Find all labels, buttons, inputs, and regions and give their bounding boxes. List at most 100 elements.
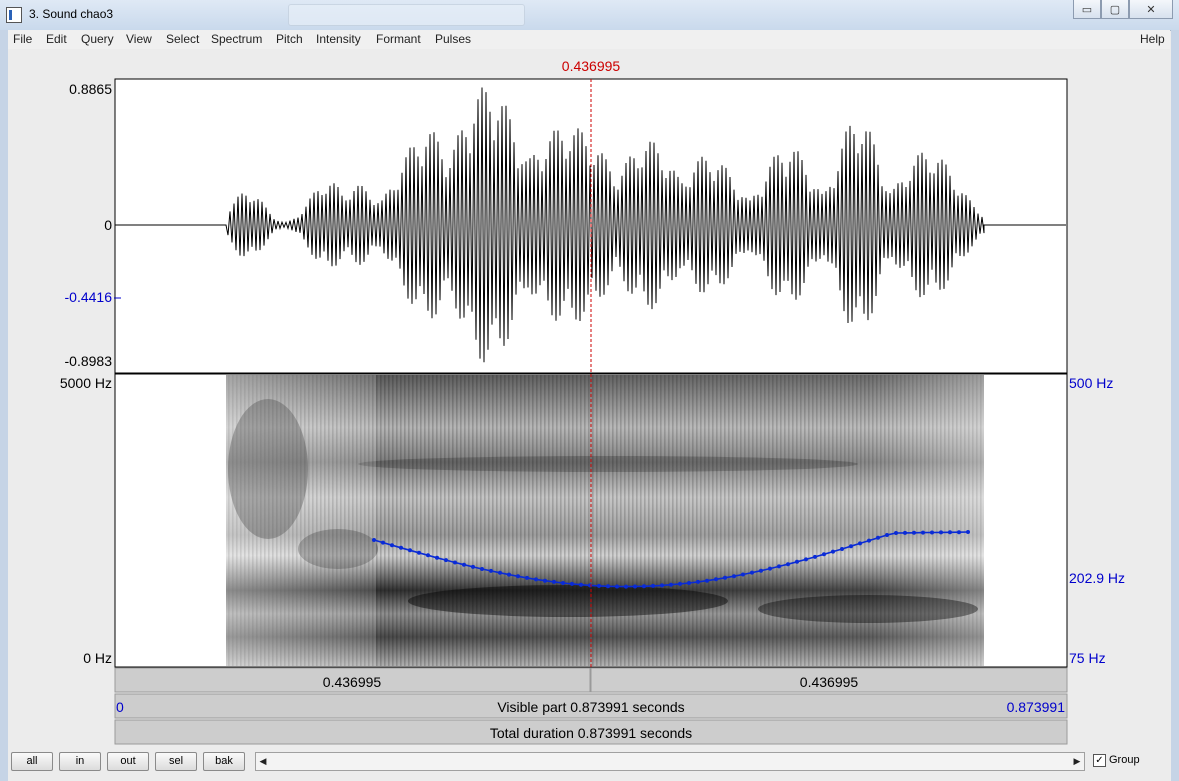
- pitch-point: [444, 558, 448, 563]
- pitch-point: [525, 575, 529, 580]
- pitch-point: [885, 533, 889, 537]
- pitch-point: [399, 545, 403, 550]
- menu-help[interactable]: Help: [1140, 32, 1165, 46]
- pitch-point: [651, 583, 655, 588]
- pitch-point: [822, 552, 826, 557]
- editor-canvas[interactable]: 0.436995 0.8865 0 -0.4416 -0.8983 5000 H…: [8, 49, 1171, 745]
- pitch-point: [777, 564, 781, 569]
- menu-intensity[interactable]: Intensity: [316, 32, 361, 46]
- pitch-point: [759, 568, 763, 573]
- pitch-point: [867, 538, 871, 543]
- waveform-min-label: -0.8983: [65, 353, 113, 369]
- pitch-point: [534, 577, 538, 582]
- pitch-point: [768, 566, 772, 571]
- pitch-point: [723, 575, 727, 580]
- pitch-point: [615, 584, 619, 589]
- pitch-point: [669, 582, 673, 587]
- zoom-all-button[interactable]: all: [11, 752, 53, 771]
- pitch-point: [579, 582, 583, 587]
- spectrogram-min-freq: 0 Hz: [83, 650, 112, 666]
- pitch-point: [570, 581, 574, 586]
- zoom-in-button[interactable]: in: [59, 752, 101, 771]
- pitch-point: [462, 562, 466, 567]
- maximize-button[interactable]: ▢: [1101, 0, 1129, 19]
- scroll-right-arrow-icon[interactable]: ▶: [1070, 753, 1084, 770]
- background-window-ghost: [288, 4, 525, 26]
- window-controls: ▭ ▢ ✕: [1073, 0, 1173, 20]
- segment-left-duration: 0.436995: [323, 674, 382, 690]
- group-checkbox[interactable]: ✓: [1093, 754, 1106, 767]
- menu-pitch[interactable]: Pitch: [276, 32, 303, 46]
- pitch-point: [912, 530, 916, 535]
- menu-view[interactable]: View: [126, 32, 152, 46]
- minimize-button[interactable]: ▭: [1073, 0, 1101, 19]
- pitch-point: [543, 578, 547, 583]
- spectrogram-max-freq: 5000 Hz: [60, 375, 112, 391]
- menu-file[interactable]: File: [13, 32, 32, 46]
- pitch-point: [516, 574, 520, 579]
- praat-window-icon: [6, 7, 22, 23]
- pitch-point: [741, 572, 745, 577]
- menu-query[interactable]: Query: [81, 32, 114, 46]
- pitch-point: [480, 567, 484, 571]
- pitch-point: [561, 581, 565, 585]
- menu-edit[interactable]: Edit: [46, 32, 67, 46]
- pitch-point: [372, 538, 376, 542]
- title-bar: 3. Sound chao3 ▭ ▢ ✕: [0, 0, 1179, 31]
- pitch-point: [642, 584, 646, 589]
- pitch-point: [921, 530, 925, 535]
- pitch-point: [633, 584, 637, 589]
- window-frame-right: [1171, 30, 1179, 781]
- pitch-point: [732, 574, 736, 579]
- pitch-point: [957, 530, 961, 535]
- pitch-point: [858, 541, 862, 546]
- time-scrollbar[interactable]: ◀ ▶: [255, 752, 1085, 771]
- pitch-point: [714, 577, 718, 582]
- pitch-point: [948, 530, 952, 535]
- segment-right-duration: 0.436995: [800, 674, 859, 690]
- menu-pulses[interactable]: Pulses: [435, 32, 471, 46]
- pitch-cursor-label: 202.9 Hz: [1069, 570, 1125, 586]
- pitch-point: [831, 549, 835, 554]
- pitch-point: [966, 530, 970, 534]
- pitch-point: [489, 568, 493, 573]
- pitch-point: [453, 560, 457, 565]
- waveform-max-label: 0.8865: [69, 81, 112, 97]
- visible-part-label: Visible part 0.873991 seconds: [497, 699, 684, 715]
- menu-bar: File Edit Query View Select Spectrum Pit…: [8, 30, 1170, 50]
- sound-editor-area: 0.436995 0.8865 0 -0.4416 -0.8983 5000 H…: [8, 49, 1171, 745]
- pitch-point: [678, 581, 682, 586]
- window-title: 3. Sound chao3: [29, 7, 114, 21]
- pitch-point: [876, 535, 880, 540]
- pitch-point: [750, 570, 754, 575]
- pitch-point: [813, 554, 817, 559]
- menu-select[interactable]: Select: [166, 32, 199, 46]
- pitch-point: [660, 583, 664, 588]
- pitch-point: [426, 553, 430, 558]
- pitch-point: [687, 581, 691, 585]
- pitch-point: [471, 564, 475, 569]
- pitch-point: [624, 584, 628, 589]
- zoom-back-button[interactable]: bak: [203, 752, 245, 771]
- pitch-point: [786, 562, 790, 567]
- pitch-point: [903, 530, 907, 535]
- group-label: Group: [1109, 754, 1140, 766]
- pitch-point: [696, 579, 700, 584]
- pitch-point: [930, 530, 934, 535]
- cursor-time-label: 0.436995: [562, 58, 621, 74]
- pitch-point: [417, 550, 421, 555]
- zoom-out-button[interactable]: out: [107, 752, 149, 771]
- pitch-max-label: 500 Hz: [1069, 375, 1113, 391]
- pitch-point: [390, 543, 394, 548]
- zoom-selection-button[interactable]: sel: [155, 752, 197, 771]
- menu-formant[interactable]: Formant: [376, 32, 421, 46]
- menu-spectrum[interactable]: Spectrum: [211, 32, 262, 46]
- close-button[interactable]: ✕: [1129, 0, 1173, 19]
- window-frame-left: [0, 30, 8, 781]
- spectrogram-image: [226, 375, 984, 666]
- pitch-point: [498, 570, 502, 575]
- scroll-left-arrow-icon[interactable]: ◀: [256, 753, 270, 770]
- pitch-point: [435, 555, 439, 560]
- pitch-point: [597, 583, 601, 588]
- pitch-point: [795, 559, 799, 564]
